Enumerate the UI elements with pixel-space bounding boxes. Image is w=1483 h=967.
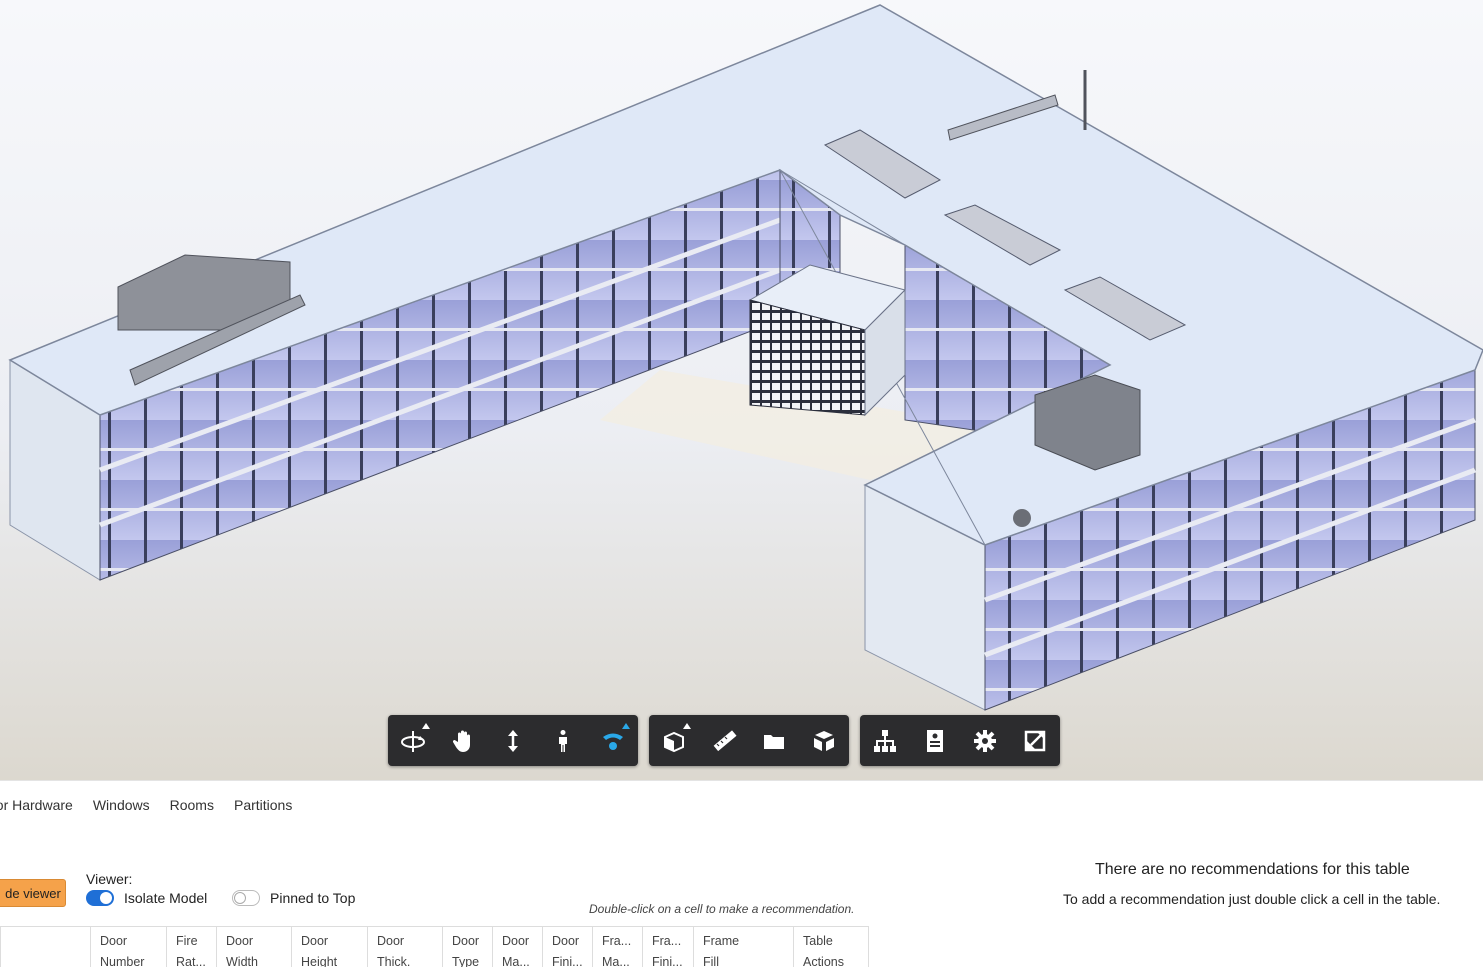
table-header: Door Number Fire Rat... Door Width Door Heig… — [0, 926, 869, 967]
modeling-toolbar — [649, 715, 849, 766]
recommendations-title: There are no recommendations for this ta… — [1095, 861, 1410, 878]
settings-toolbar — [860, 715, 1060, 766]
column-header-frame-material[interactable]: Fra... Ma... — [592, 927, 642, 967]
column-header-door-height[interactable]: Door Height — [291, 927, 367, 967]
tab-rooms[interactable]: Rooms — [170, 797, 214, 813]
settings-gear-icon — [974, 729, 996, 752]
tab-windows[interactable]: Windows — [93, 797, 150, 813]
tab-partitions[interactable]: Partitions — [234, 797, 292, 813]
structure-icon — [874, 729, 896, 752]
camera-view-icon — [603, 733, 623, 750]
first-person-icon — [559, 729, 567, 752]
properties-button[interactable] — [910, 715, 960, 766]
column-header-door-thickness[interactable]: Door Thick. — [367, 927, 442, 967]
navigation-toolbar — [388, 715, 638, 766]
table-tabs: oor Hardware Windows Rooms Partitions — [0, 797, 312, 813]
explode-icon — [814, 730, 834, 751]
column-header-frame-fill[interactable]: Frame Fill — [693, 927, 793, 967]
column-header-frame-finish[interactable]: Fra... Fini... — [642, 927, 693, 967]
column-header-door-material[interactable]: Door Ma... — [492, 927, 542, 967]
zoom-button[interactable] — [488, 715, 538, 766]
explode-button[interactable] — [799, 715, 849, 766]
column-header-table-actions[interactable]: Table Actions — [793, 927, 868, 967]
model-browser-button[interactable] — [749, 715, 799, 766]
section-icon — [664, 731, 684, 752]
zoom-icon — [508, 729, 518, 752]
pinned-to-top-label: Pinned to Top — [270, 890, 356, 906]
viewer-label: Viewer: — [86, 871, 133, 887]
column-header-fire-rating[interactable]: Fire Rat... — [166, 927, 216, 967]
first-person-button[interactable] — [538, 715, 588, 766]
section-button[interactable] — [649, 715, 699, 766]
measure-button[interactable] — [699, 715, 749, 766]
model-browser-icon — [764, 734, 784, 749]
recommendations-subtitle: To add a recommendation just double clic… — [1063, 891, 1441, 907]
orbit-icon — [401, 730, 425, 752]
model-viewer-canvas[interactable] — [0, 0, 1483, 780]
schedule-panel: oor Hardware Windows Rooms Partitions de… — [0, 780, 1483, 967]
fullscreen-icon — [1024, 730, 1046, 751]
pinned-to-top-toggle[interactable] — [232, 890, 260, 906]
building-model[interactable] — [0, 0, 1483, 780]
settings-button[interactable] — [960, 715, 1010, 766]
fullscreen-button[interactable] — [1010, 715, 1060, 766]
pan-icon — [452, 730, 470, 752]
column-header-door-finish[interactable]: Door Fini... — [542, 927, 592, 967]
isolate-model-label: Isolate Model — [124, 890, 208, 906]
recommendation-hint: Double-click on a cell to make a recomme… — [589, 902, 855, 916]
column-header-door-number[interactable]: Door Number — [90, 927, 166, 967]
model-structure-button[interactable] — [860, 715, 910, 766]
properties-icon — [927, 729, 943, 752]
hide-viewer-button[interactable]: de viewer — [0, 879, 66, 907]
camera-view-button[interactable] — [588, 715, 638, 766]
tab-door-hardware[interactable]: oor Hardware — [0, 797, 73, 813]
pan-button[interactable] — [438, 715, 488, 766]
column-header-door-width[interactable]: Door Width — [216, 927, 291, 967]
column-header-select[interactable] — [0, 927, 90, 967]
isolate-model-toggle[interactable] — [86, 890, 114, 906]
column-header-door-type[interactable]: Door Type — [442, 927, 492, 967]
measure-icon — [713, 729, 737, 751]
orbit-button[interactable] — [388, 715, 438, 766]
